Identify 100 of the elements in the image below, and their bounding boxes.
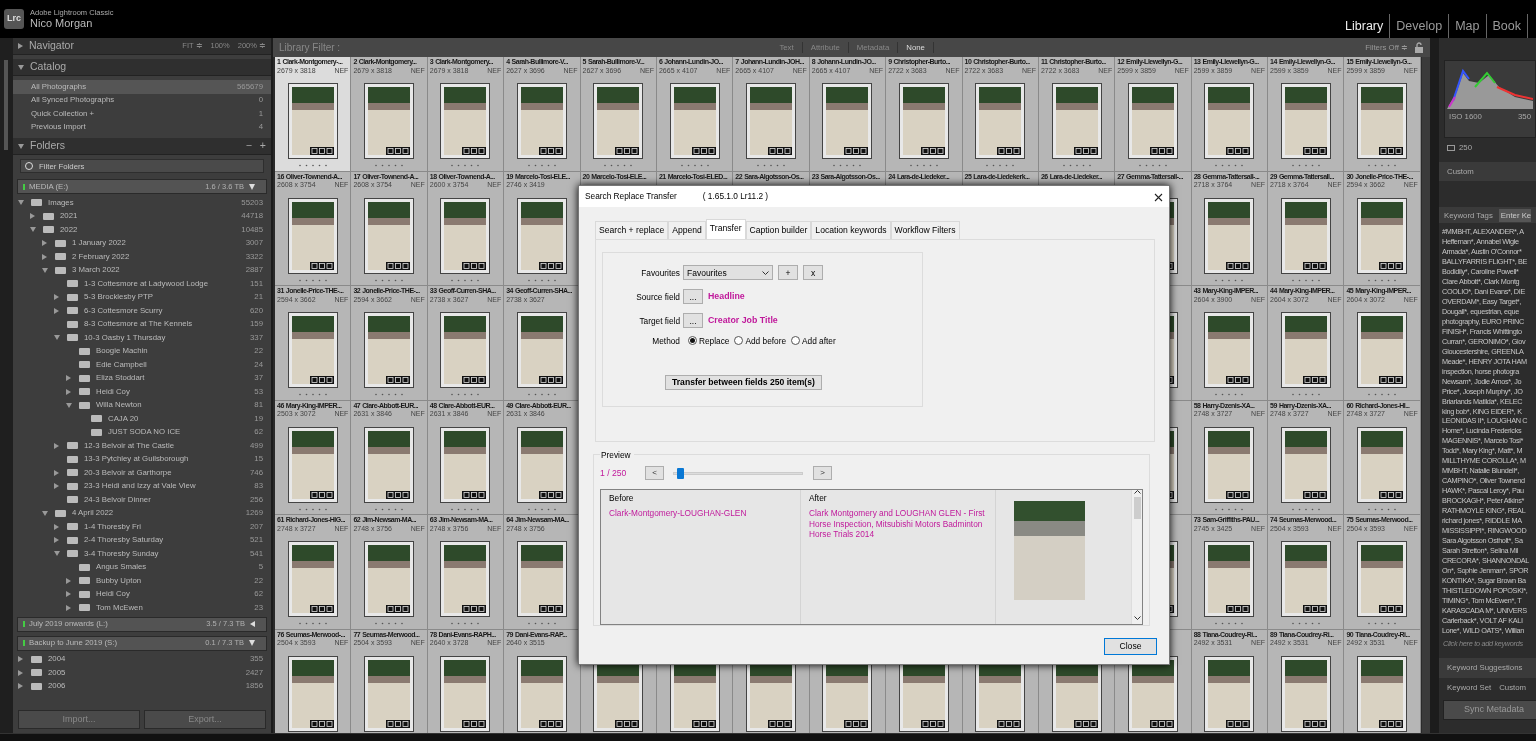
favourites-button[interactable]: x xyxy=(803,265,823,281)
photo-placeholder xyxy=(291,201,334,270)
expand-arrow-icon[interactable] xyxy=(18,683,23,690)
folder-icon xyxy=(31,199,42,207)
folder-icon xyxy=(67,320,78,328)
dialog-tab[interactable]: Caption builder xyxy=(745,221,812,239)
folder-icon xyxy=(67,293,78,301)
folder-action[interactable]: + xyxy=(259,138,266,154)
folder-icon xyxy=(67,442,78,450)
photo-placeholder xyxy=(520,545,563,614)
folder-icon xyxy=(79,361,90,369)
scroll-down-icon xyxy=(1133,616,1141,621)
chevron-down-icon xyxy=(762,270,769,275)
browse-button[interactable]: ... xyxy=(683,313,703,329)
target-field-value: Creator Job Title xyxy=(708,314,778,328)
folder-icon xyxy=(91,415,102,423)
radio-button[interactable] xyxy=(688,336,697,346)
photo-placeholder xyxy=(520,87,563,156)
favourites-dropdown[interactable]: Favourites xyxy=(683,265,773,281)
expand-arrow-icon[interactable] xyxy=(18,656,23,663)
collapse-arrow-icon[interactable] xyxy=(53,551,60,557)
folder-icon xyxy=(79,563,90,571)
photo-placeholder xyxy=(1208,316,1251,385)
collapse-arrow-icon[interactable] xyxy=(18,64,24,70)
radio-label: Add after xyxy=(802,334,836,348)
dialog-tab[interactable]: Workflow Filters xyxy=(890,221,960,239)
transfer-button[interactable]: Transfer between fields 250 item(s) xyxy=(665,374,822,390)
field-label: Method xyxy=(651,334,681,348)
collapse-arrow-icon[interactable] xyxy=(41,267,48,273)
close-dialog-button[interactable]: Close xyxy=(1104,638,1157,655)
photo-placeholder xyxy=(444,545,487,614)
folder-icon xyxy=(79,388,90,396)
expand-arrow-icon[interactable] xyxy=(54,523,59,530)
expand-arrow-icon[interactable] xyxy=(54,483,59,490)
scrollbar-thumb[interactable] xyxy=(1133,497,1141,520)
dialog-tab[interactable]: Transfer xyxy=(705,219,746,239)
expand-arrow-icon[interactable] xyxy=(66,604,71,611)
expand-arrow-icon[interactable] xyxy=(54,294,59,301)
folder-icon xyxy=(67,280,78,288)
collapse-arrow-icon[interactable] xyxy=(65,402,72,408)
photo-placeholder xyxy=(368,545,411,614)
radio-button[interactable] xyxy=(734,336,744,346)
radio-label: Add before xyxy=(745,334,787,348)
folder-icon xyxy=(67,469,78,477)
folder-icon xyxy=(43,226,54,234)
folder-action[interactable]: − xyxy=(245,138,252,154)
photo-placeholder xyxy=(673,87,716,156)
expand-arrow-icon[interactable] xyxy=(54,442,59,449)
folder-icon xyxy=(55,509,66,517)
photo-placeholder xyxy=(1361,430,1404,499)
favourites-button[interactable]: + xyxy=(778,265,798,281)
scrollbar-thumb[interactable] xyxy=(4,60,8,150)
expand-arrow-icon[interactable] xyxy=(42,240,47,247)
photo-placeholder xyxy=(1284,659,1327,728)
previous-button[interactable]: < xyxy=(645,466,664,481)
expand-arrow-icon[interactable] xyxy=(54,469,59,476)
next-button[interactable]: > xyxy=(813,466,832,481)
photo-placeholder xyxy=(1361,201,1404,270)
collapse-arrow-icon[interactable] xyxy=(17,200,24,206)
panel-title: Catalog xyxy=(30,59,67,75)
collapse-arrow-icon[interactable] xyxy=(41,510,48,516)
expand-arrow-icon[interactable] xyxy=(18,43,23,49)
expand-arrow-icon[interactable] xyxy=(66,388,71,395)
scrollbar-track[interactable] xyxy=(1421,57,1430,733)
slider-thumb[interactable] xyxy=(676,467,684,479)
expand-arrow-icon[interactable] xyxy=(42,253,47,260)
radio-label: Replace xyxy=(699,334,730,348)
photo-placeholder xyxy=(368,87,411,156)
photo-placeholder xyxy=(1208,87,1251,156)
dialog-tab[interactable]: Append xyxy=(668,221,706,239)
collapse-arrow-icon[interactable] xyxy=(18,143,24,149)
collapse-arrow-icon[interactable] xyxy=(53,335,60,341)
lock-icon xyxy=(1414,42,1424,53)
photo-placeholder xyxy=(1208,430,1251,499)
dialog-tab[interactable]: Search + replace xyxy=(595,221,669,239)
expand-arrow-icon[interactable] xyxy=(18,669,23,676)
photo-placeholder xyxy=(444,201,487,270)
photo-placeholder xyxy=(368,201,411,270)
dialog-tab[interactable]: Location keywords xyxy=(811,221,891,239)
photo-placeholder xyxy=(826,87,869,156)
expand-arrow-icon[interactable] xyxy=(66,375,71,382)
expand-arrow-icon[interactable] xyxy=(66,577,71,584)
photo-placeholder xyxy=(520,430,563,499)
radio-button[interactable] xyxy=(791,336,801,346)
photo-placeholder xyxy=(1208,659,1251,728)
photo-placeholder xyxy=(368,659,411,728)
expand-arrow-icon[interactable] xyxy=(66,591,71,598)
photo-placeholder xyxy=(291,430,334,499)
collapse-arrow-icon[interactable] xyxy=(29,227,36,233)
photo-placeholder xyxy=(1132,87,1174,156)
expand-arrow-icon[interactable] xyxy=(54,537,59,544)
folder-icon xyxy=(67,482,78,490)
folder-icon xyxy=(67,536,78,544)
field-label: Target field xyxy=(638,314,681,328)
photo-placeholder xyxy=(291,87,334,156)
expand-arrow-icon[interactable] xyxy=(30,213,35,220)
photo-placeholder xyxy=(1361,316,1404,385)
field-label: Source field xyxy=(635,290,681,304)
browse-button[interactable]: ... xyxy=(683,289,703,305)
expand-arrow-icon[interactable] xyxy=(54,307,59,314)
